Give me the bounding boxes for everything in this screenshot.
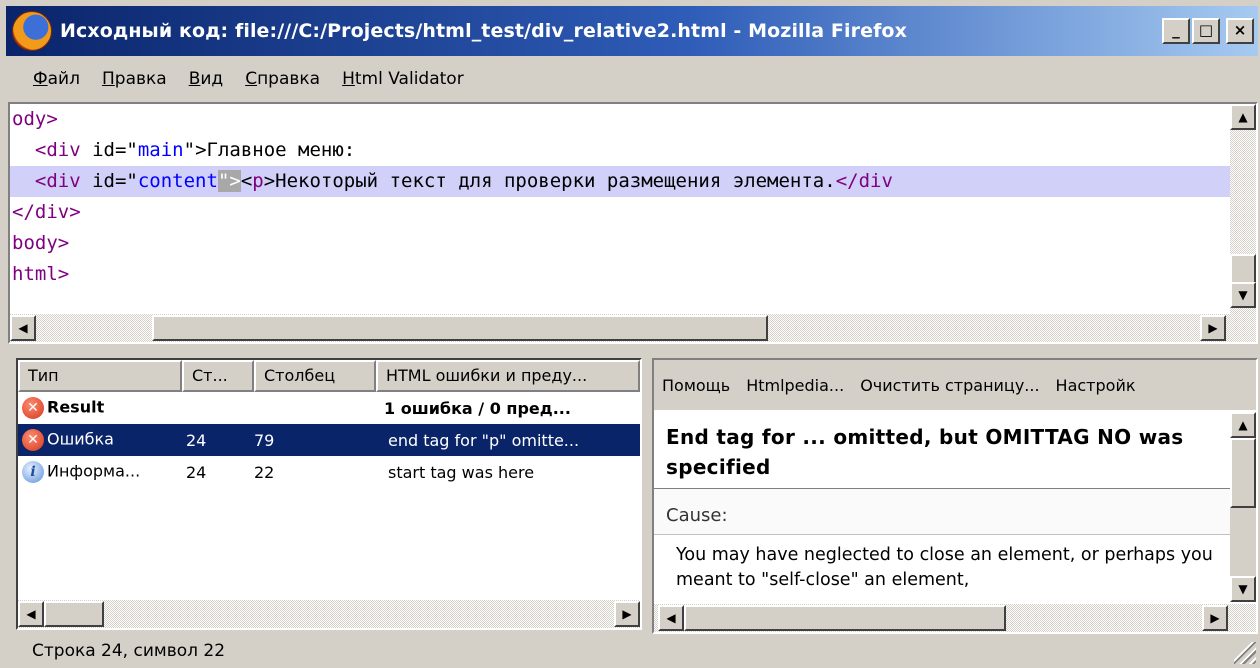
scroll-down-button[interactable]: ▼ <box>1230 282 1256 308</box>
scroll-thumb[interactable] <box>44 601 104 627</box>
error-icon: ✕ <box>22 397 44 419</box>
title-bar[interactable]: Исходный код: file:///C:/Projects/html_t… <box>6 6 1258 56</box>
code-line: body> <box>12 232 70 254</box>
menu-bar: Файл Правка Вид Справка Html Validator <box>6 60 1258 98</box>
maximize-button[interactable]: □ <box>1192 18 1220 44</box>
close-button[interactable]: × <box>1226 18 1254 44</box>
source-horizontal-scrollbar[interactable]: ◀ ▶ <box>10 314 1256 342</box>
source-code[interactable]: ody> <div id="main">Главное меню: <div i… <box>10 104 1232 308</box>
code-line-highlighted: <div id="content"><p>Некоторый текст для… <box>10 166 1232 197</box>
code-line: </div> <box>12 201 81 223</box>
result-row[interactable]: ✕ Result 1 ошибка / 0 пред... <box>18 392 640 424</box>
minimize-button[interactable]: _ <box>1162 18 1190 44</box>
scroll-left-button[interactable]: ◀ <box>658 605 684 631</box>
status-bar: Строка 24, символ 22 <box>32 641 226 661</box>
help-toolbar: Помощь Htmlpedia... Очистить страницу...… <box>654 360 1256 410</box>
window-controls: _ □ × <box>1162 18 1254 44</box>
column-column[interactable]: Столбец <box>254 360 376 392</box>
resize-grip-icon[interactable] <box>1234 642 1256 664</box>
error-list-horizontal-scrollbar[interactable]: ◀ ▶ <box>18 600 640 628</box>
menu-help[interactable]: Справка <box>236 69 333 89</box>
scroll-right-button[interactable]: ▶ <box>614 601 640 627</box>
clear-page-button[interactable]: Очистить страницу... <box>852 376 1047 395</box>
menu-file[interactable]: Файл <box>6 69 93 89</box>
htmlpedia-button[interactable]: Htmlpedia... <box>738 376 852 395</box>
help-content[interactable]: End tag for ... omitted, but OMITTAG NO … <box>654 412 1230 602</box>
scroll-up-button[interactable]: ▲ <box>1230 104 1256 130</box>
table-row[interactable]: ✕ Ошибка 24 79 end tag for "p" omitte... <box>18 424 640 456</box>
code-line: <div id="main">Главное меню: <box>34 139 356 161</box>
help-body: You may have neglected to close an eleme… <box>676 545 1213 590</box>
cause-label: Cause: <box>654 489 1230 535</box>
scroll-right-button[interactable]: ▶ <box>1200 315 1226 341</box>
column-line[interactable]: Ст... <box>182 360 254 392</box>
error-list[interactable]: Тип Ст... Столбец HTML ошибки и преду...… <box>16 358 642 630</box>
scroll-down-button[interactable]: ▼ <box>1230 576 1256 602</box>
scroll-up-button[interactable]: ▲ <box>1230 412 1256 438</box>
error-icon: ✕ <box>22 429 44 451</box>
firefox-logo-icon <box>12 11 52 51</box>
menu-edit[interactable]: Правка <box>93 69 180 89</box>
source-code-pane[interactable]: ody> <div id="main">Главное меню: <div i… <box>8 102 1258 344</box>
help-horizontal-scrollbar[interactable]: ◀ ▶ <box>654 604 1256 632</box>
help-vertical-scrollbar[interactable]: ▲ ▼ <box>1230 412 1256 602</box>
menu-view[interactable]: Вид <box>180 69 236 89</box>
info-icon: i <box>22 461 44 483</box>
column-type[interactable]: Тип <box>18 360 182 392</box>
settings-button[interactable]: Настройк <box>1048 376 1144 395</box>
menu-html-validator[interactable]: Html Validator <box>333 69 477 89</box>
window-title: Исходный код: file:///C:/Projects/html_t… <box>60 20 907 42</box>
source-vertical-scrollbar[interactable]: ▲ ▼ <box>1230 104 1256 314</box>
scroll-thumb[interactable] <box>1230 438 1256 508</box>
help-panel[interactable]: Помощь Htmlpedia... Очистить страницу...… <box>652 358 1258 634</box>
help-button[interactable]: Помощь <box>654 376 738 395</box>
help-title: End tag for ... omitted, but OMITTAG NO … <box>654 412 1230 489</box>
scroll-left-button[interactable]: ◀ <box>18 601 44 627</box>
scroll-left-button[interactable]: ◀ <box>10 315 36 341</box>
scroll-thumb[interactable] <box>152 315 768 341</box>
scroll-thumb[interactable] <box>684 605 1006 631</box>
code-line: html> <box>12 263 70 285</box>
column-message[interactable]: HTML ошибки и преду... <box>376 360 640 392</box>
error-list-header: Тип Ст... Столбец HTML ошибки и преду... <box>18 360 640 392</box>
scroll-right-button[interactable]: ▶ <box>1202 605 1228 631</box>
code-line: ody> <box>12 108 58 130</box>
table-row[interactable]: i Информа... 24 22 start tag was here <box>18 456 640 488</box>
